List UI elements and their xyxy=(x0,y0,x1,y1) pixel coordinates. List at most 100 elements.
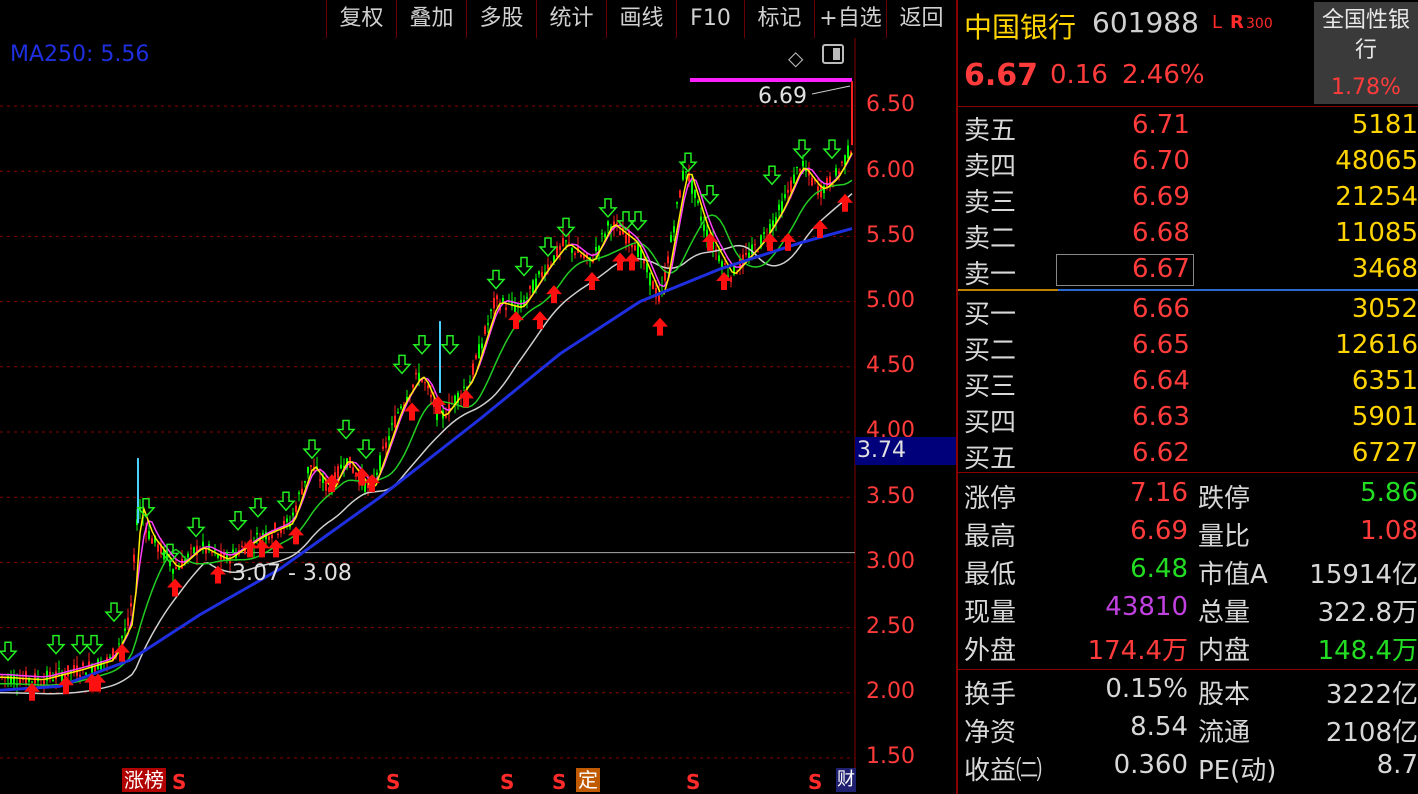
ask-volume: 21254 xyxy=(1335,182,1418,212)
zhangbang-marker[interactable]: 涨榜 xyxy=(122,768,166,792)
ask-row[interactable]: 卖四 6.70 48065 xyxy=(958,144,1418,182)
stat-value: 8.7 xyxy=(1376,750,1418,780)
divider xyxy=(958,669,1418,670)
price-change: 0.16 xyxy=(1050,60,1108,90)
candle-body xyxy=(595,247,597,251)
stat-row: 净资 8.54 流通 2108亿 xyxy=(958,710,1418,748)
candle-body xyxy=(427,385,429,389)
bid-row[interactable]: 买四 6.63 5901 xyxy=(958,400,1418,438)
ding-marker[interactable]: 定 xyxy=(576,768,600,792)
candle-body xyxy=(151,538,153,544)
toolbar-button-5[interactable]: F10 xyxy=(676,0,744,38)
toolbar-button-3[interactable]: 统计 xyxy=(536,0,606,38)
candle-body xyxy=(631,244,633,248)
stat-value: 7.16 xyxy=(1130,478,1188,508)
candle-body xyxy=(745,252,747,255)
sell-signal-arrow xyxy=(486,269,506,290)
ask-price: 6.70 xyxy=(1132,146,1190,176)
candle-body xyxy=(388,436,390,441)
candle-body xyxy=(340,464,342,469)
bid-label: 买三 xyxy=(964,372,1017,402)
candle-body xyxy=(757,251,759,253)
sell-signal-arrow xyxy=(700,185,720,205)
bid-row[interactable]: 买三 6.64 6351 xyxy=(958,364,1418,402)
candle-body xyxy=(157,544,159,552)
toolbar-button-4[interactable]: 画线 xyxy=(606,0,676,38)
y-tick-label: 1.50 xyxy=(866,744,915,769)
candle-body xyxy=(352,467,354,473)
stat-value: 0.360 xyxy=(1113,750,1188,780)
bid-row[interactable]: 买一 6.66 3052 xyxy=(958,292,1418,330)
sell-signal-arrow xyxy=(556,217,576,238)
industry-box[interactable]: 全国性银行 1.78% xyxy=(1314,2,1418,104)
bid-row[interactable]: 买二 6.65 12616 xyxy=(958,328,1418,366)
s-marker[interactable]: S xyxy=(808,771,822,793)
candle-body xyxy=(772,220,774,227)
candle-body xyxy=(685,171,687,173)
bid-row[interactable]: 买五 6.62 6727 xyxy=(958,436,1418,474)
ask-row[interactable]: 卖五 6.71 5181 xyxy=(958,108,1418,146)
sell-signal-arrow xyxy=(0,641,18,662)
sell-signal-arrow xyxy=(392,354,412,375)
ask-label: 卖一 xyxy=(964,260,1017,290)
buy-signal-arrow xyxy=(652,317,668,336)
candle-body xyxy=(127,617,129,626)
candle-body xyxy=(487,323,489,325)
candle-body xyxy=(130,603,132,607)
candle-body xyxy=(580,254,582,257)
candle-body xyxy=(496,295,498,300)
sell-signal-arrow xyxy=(356,439,376,460)
range-annotation: 3.07 - 3.08 xyxy=(232,561,352,586)
candle-body xyxy=(763,232,765,234)
candle-body xyxy=(673,226,675,233)
candle-body xyxy=(565,240,567,242)
candle-body xyxy=(604,233,606,238)
sell-signal-arrow xyxy=(412,335,432,355)
stat-label: 流通 xyxy=(1198,718,1251,748)
ask-row[interactable]: 卖二 6.68 11085 xyxy=(958,216,1418,254)
industry-name: 全国性银行 xyxy=(1321,8,1410,63)
candle-body xyxy=(85,672,87,675)
sell-signal-arrow xyxy=(302,439,322,460)
candle-body xyxy=(232,549,234,553)
s-marker[interactable]: S xyxy=(500,771,514,793)
toolbar-button-6[interactable]: 标记 xyxy=(744,0,814,38)
toolbar-button-8[interactable]: 返回 xyxy=(886,0,956,38)
candle-body xyxy=(628,230,630,244)
stat-row: 换手 0.15% 股本 3222亿 xyxy=(958,672,1418,710)
candle-body xyxy=(58,668,60,670)
stat-value: 2108亿 xyxy=(1325,718,1418,748)
s-marker[interactable]: S xyxy=(552,771,566,793)
y-tick-label: 6.50 xyxy=(866,92,915,117)
stat-value: 8.54 xyxy=(1130,712,1188,742)
s-marker[interactable]: S xyxy=(386,771,400,793)
bid-volume: 3052 xyxy=(1351,294,1418,324)
toolbar-button-2[interactable]: 多股 xyxy=(466,0,536,38)
candle-body xyxy=(634,245,636,251)
industry-change: 1.78% xyxy=(1331,75,1401,100)
kline-chart-area[interactable]: 复权 叠加 多股 统计 画线 F10 标记 +自选 返回 MA250: 5.56 ◇ 6.50 6… xyxy=(0,0,956,794)
tag-r: R xyxy=(1230,12,1244,33)
toolbar-button-0[interactable]: 复权 xyxy=(326,0,396,38)
toolbar-button-1[interactable]: 叠加 xyxy=(396,0,466,38)
candle-body xyxy=(784,194,786,199)
ask-row[interactable]: 卖三 6.69 21254 xyxy=(958,180,1418,218)
s-marker[interactable]: S xyxy=(686,771,700,793)
stat-label: 涨停 xyxy=(964,484,1017,514)
s-marker[interactable]: S xyxy=(172,771,186,793)
candle-body xyxy=(670,235,672,242)
sell-signal-arrow xyxy=(336,419,356,440)
candle-body xyxy=(841,161,843,163)
ask-volume: 5181 xyxy=(1351,110,1418,140)
price-change-pct: 2.46% xyxy=(1122,60,1205,90)
stat-value: 6.48 xyxy=(1130,554,1188,584)
stat-label: PE(动) xyxy=(1198,756,1277,786)
divider xyxy=(958,106,1418,107)
candle-body xyxy=(649,272,651,286)
toolbar-button-7[interactable]: +自选 xyxy=(814,0,886,38)
cai-marker[interactable]: 财 xyxy=(836,768,856,792)
bid-price: 6.66 xyxy=(1132,294,1190,324)
candle-body xyxy=(751,244,753,255)
bid-label: 买一 xyxy=(964,300,1017,330)
price-plot[interactable] xyxy=(0,38,956,768)
